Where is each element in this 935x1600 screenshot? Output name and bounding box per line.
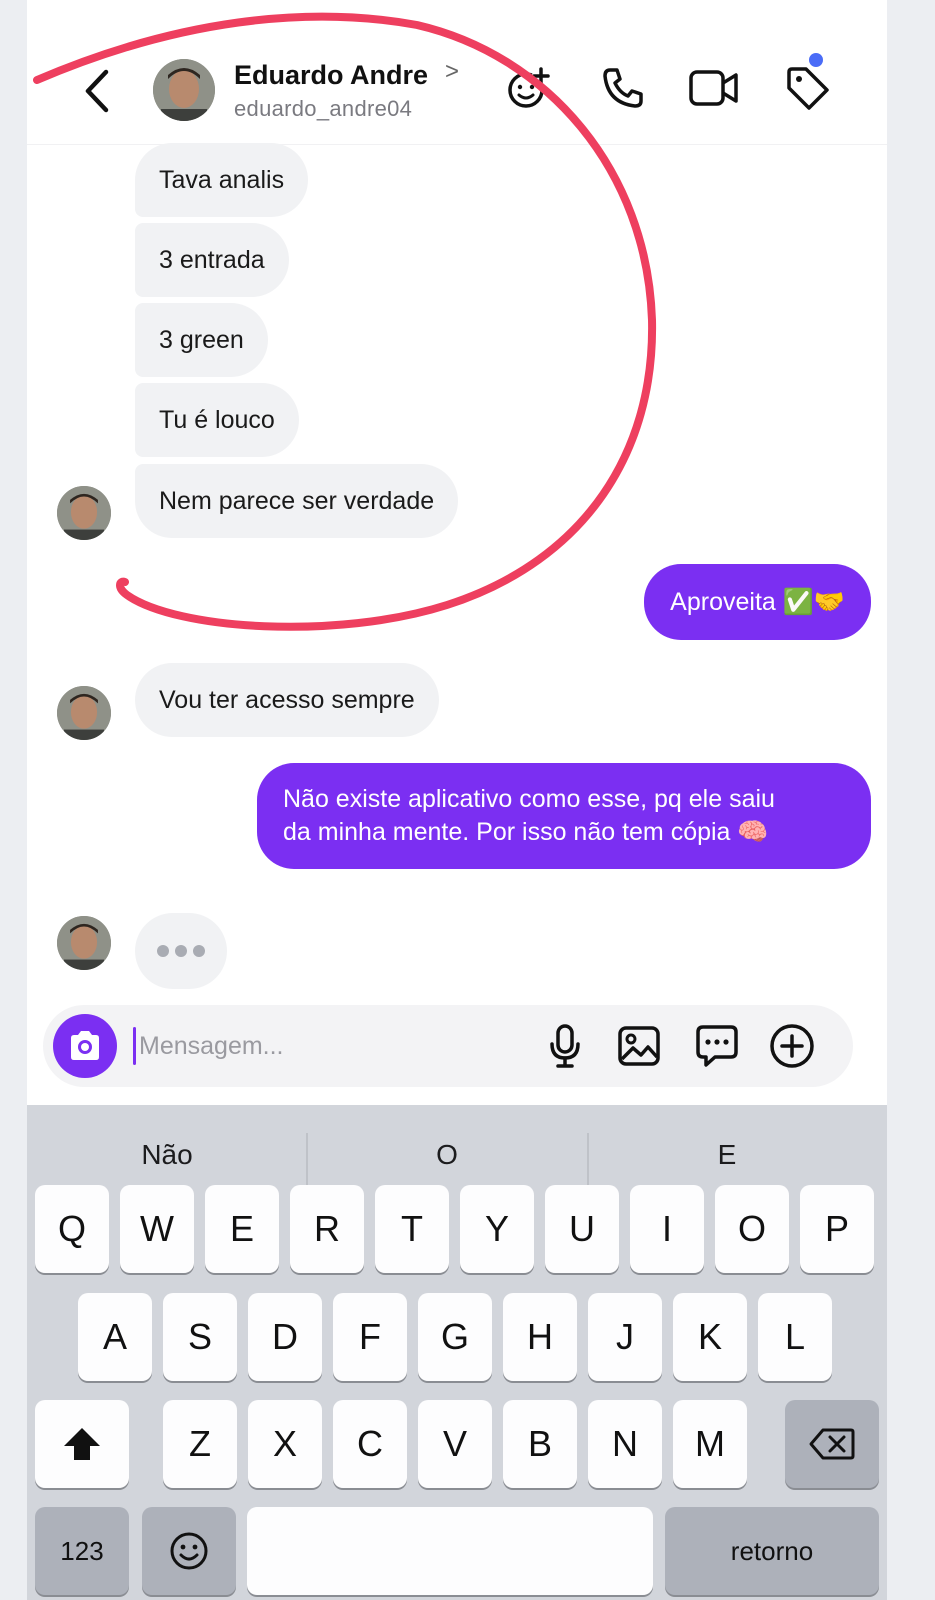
emoji-key[interactable] bbox=[142, 1507, 236, 1595]
message-incoming[interactable]: Tava analis bbox=[135, 143, 309, 217]
emoji-icon bbox=[170, 1532, 208, 1570]
key-j[interactable]: J bbox=[588, 1293, 662, 1381]
key-l[interactable]: L bbox=[758, 1293, 832, 1381]
key-g[interactable]: G bbox=[418, 1293, 492, 1381]
chat-header: Eduardo Andre > eduardo_andre04 bbox=[27, 0, 887, 145]
message-line: da minha mente. Por isso não tem cópia 🧠 bbox=[283, 818, 769, 846]
backspace-key[interactable] bbox=[785, 1400, 879, 1488]
add-reaction-button[interactable] bbox=[502, 62, 554, 114]
message-outgoing[interactable]: Não existe aplicativo como esse, pq ele … bbox=[257, 763, 871, 869]
suggestion[interactable]: O bbox=[367, 1125, 527, 1185]
sender-avatar[interactable] bbox=[57, 486, 111, 540]
typing-indicator bbox=[135, 913, 227, 989]
contact-name[interactable]: Eduardo Andre bbox=[234, 60, 428, 91]
add-reaction-icon bbox=[508, 67, 550, 108]
return-key[interactable]: retorno bbox=[665, 1507, 879, 1595]
key-k[interactable]: K bbox=[673, 1293, 747, 1381]
contact-handle: eduardo_andre04 bbox=[234, 96, 413, 121]
key-c[interactable]: C bbox=[333, 1400, 407, 1488]
message-incoming[interactable]: Vou ter acesso sempre bbox=[135, 663, 439, 737]
key-v[interactable]: V bbox=[418, 1400, 492, 1488]
phone-icon bbox=[603, 68, 643, 108]
key-i[interactable]: I bbox=[630, 1185, 704, 1273]
back-button[interactable] bbox=[77, 64, 117, 118]
message-incoming[interactable]: 3 entrada bbox=[135, 223, 289, 297]
divider bbox=[306, 1133, 308, 1185]
space-key[interactable] bbox=[247, 1507, 653, 1595]
back-icon bbox=[85, 69, 109, 113]
sticker-button[interactable] bbox=[693, 1022, 741, 1070]
shift-arrow-icon bbox=[64, 1428, 100, 1460]
message-input[interactable] bbox=[133, 1022, 519, 1070]
key-s[interactable]: S bbox=[163, 1293, 237, 1381]
sender-avatar[interactable] bbox=[57, 916, 111, 970]
key-e[interactable]: E bbox=[205, 1185, 279, 1273]
message-incoming[interactable]: Nem parece ser verdade bbox=[135, 464, 459, 538]
chevron-right-icon[interactable]: > bbox=[445, 58, 459, 86]
divider bbox=[587, 1133, 589, 1185]
camera-icon bbox=[71, 1031, 99, 1060]
message-line: Não existe aplicativo como esse, pq ele … bbox=[283, 785, 775, 813]
gallery-button[interactable] bbox=[615, 1022, 663, 1070]
backspace-icon bbox=[809, 1428, 855, 1460]
key-d[interactable]: D bbox=[248, 1293, 322, 1381]
key-r[interactable]: R bbox=[290, 1185, 364, 1273]
numbers-key[interactable]: 123 bbox=[35, 1507, 129, 1595]
video-icon bbox=[689, 70, 738, 106]
key-f[interactable]: F bbox=[333, 1293, 407, 1381]
message-composer bbox=[43, 1005, 853, 1087]
chat-screen: Eduardo Andre > eduardo_andre04 Tava ana… bbox=[27, 0, 887, 1600]
text-caret bbox=[133, 1027, 136, 1065]
key-o[interactable]: O bbox=[715, 1185, 789, 1273]
tag-button[interactable] bbox=[781, 62, 833, 114]
key-t[interactable]: T bbox=[375, 1185, 449, 1273]
message-outgoing[interactable]: Aproveita ✅🤝 bbox=[644, 564, 871, 640]
message-incoming[interactable]: 3 green bbox=[135, 303, 268, 377]
typing-dot bbox=[157, 945, 169, 957]
tag-icon bbox=[787, 67, 829, 110]
contact-avatar[interactable] bbox=[153, 59, 215, 121]
key-h[interactable]: H bbox=[503, 1293, 577, 1381]
key-a[interactable]: A bbox=[78, 1293, 152, 1381]
voice-message-button[interactable] bbox=[541, 1022, 589, 1070]
chat-bubble-icon bbox=[696, 1025, 738, 1067]
shift-key[interactable] bbox=[35, 1400, 129, 1488]
key-p[interactable]: P bbox=[800, 1185, 874, 1273]
message-incoming[interactable]: Tu é louco bbox=[135, 383, 299, 457]
key-u[interactable]: U bbox=[545, 1185, 619, 1273]
key-z[interactable]: Z bbox=[163, 1400, 237, 1488]
plus-circle-icon bbox=[770, 1024, 814, 1068]
video-call-button[interactable] bbox=[688, 62, 740, 114]
key-b[interactable]: B bbox=[503, 1400, 577, 1488]
camera-button[interactable] bbox=[53, 1014, 117, 1078]
suggestion[interactable]: Não bbox=[87, 1125, 247, 1185]
key-w[interactable]: W bbox=[120, 1185, 194, 1273]
sender-avatar[interactable] bbox=[57, 686, 111, 740]
key-q[interactable]: Q bbox=[35, 1185, 109, 1273]
call-button[interactable] bbox=[597, 62, 649, 114]
typing-dot bbox=[193, 945, 205, 957]
microphone-icon bbox=[550, 1024, 580, 1068]
notification-dot bbox=[809, 53, 823, 67]
key-m[interactable]: M bbox=[673, 1400, 747, 1488]
key-n[interactable]: N bbox=[588, 1400, 662, 1488]
gallery-icon bbox=[618, 1026, 660, 1066]
key-y[interactable]: Y bbox=[460, 1185, 534, 1273]
suggestion[interactable]: E bbox=[647, 1125, 807, 1185]
more-options-button[interactable] bbox=[768, 1022, 816, 1070]
key-x[interactable]: X bbox=[248, 1400, 322, 1488]
typing-dot bbox=[175, 945, 187, 957]
keyboard: Não O E Q W E R T Y U I O P A S D F G H … bbox=[27, 1105, 887, 1600]
